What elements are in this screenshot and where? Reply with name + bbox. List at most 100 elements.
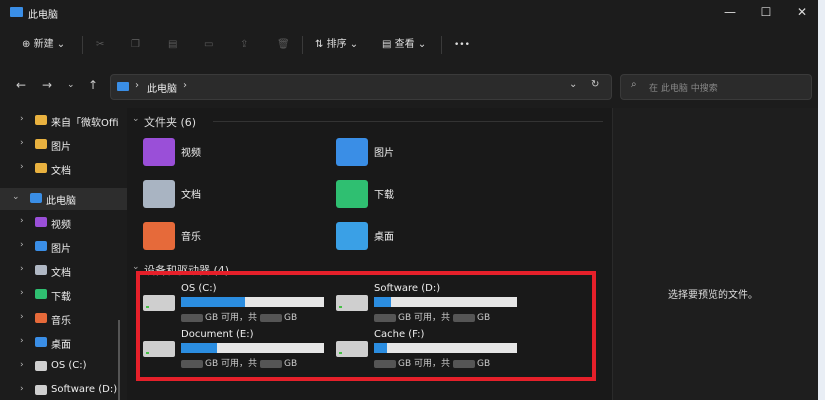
maximize-icon: ☐ <box>760 5 772 19</box>
maximize-button[interactable]: ☐ <box>748 0 784 26</box>
paste-button[interactable]: ▤ <box>168 36 177 54</box>
command-bar: ⊕ 新建 ⌄ ✂ ❐ ▤ ▭ ⇪ 🗑 ⇅ 排序 ⌄ ▤ 查看 ⌄ ••• <box>0 26 825 65</box>
download-icon <box>336 180 368 208</box>
close-icon: ✕ <box>796 5 808 19</box>
chevron-right-icon[interactable]: › <box>20 114 24 124</box>
chevron-right-icon[interactable]: › <box>20 216 24 226</box>
sort-icon: ⇅ <box>315 39 324 50</box>
sort-button[interactable]: ⇅ 排序 ⌄ <box>315 36 358 54</box>
scissors-icon: ✂ <box>96 39 105 50</box>
folder-name: 图片 <box>374 148 394 159</box>
documents-icon <box>35 265 47 275</box>
folder-item[interactable]: 视频 <box>143 138 323 174</box>
sidebar-item-label: OS (C:) <box>51 360 87 371</box>
chevron-right-icon[interactable]: › <box>20 138 24 148</box>
minimize-icon: — <box>724 5 736 19</box>
sidebar-item[interactable]: › 下载 <box>0 284 127 306</box>
sidebar-item-label: 来自「微软Offi <box>51 118 119 129</box>
arrow-right-icon: → <box>42 78 53 92</box>
up-button[interactable]: ↑ <box>88 78 98 92</box>
title-bar: 此电脑 — ☐ ✕ <box>0 0 825 26</box>
sidebar-item[interactable]: › 文档 <box>0 260 127 282</box>
sidebar-item[interactable]: › 桌面 <box>0 332 127 354</box>
chevron-right-icon[interactable]: › <box>20 336 24 346</box>
sidebar-item[interactable]: › Software (D:) <box>0 380 127 400</box>
search-input[interactable]: ⌕ 在 此电脑 中搜索 <box>620 74 812 100</box>
chevron-right-icon[interactable]: › <box>20 162 24 172</box>
drives-highlight-box <box>136 271 596 381</box>
view-button[interactable]: ▤ 查看 ⌄ <box>382 36 426 54</box>
collapse-chevron-icon[interactable]: ⌄ <box>132 114 140 124</box>
address-dropdown[interactable]: ⌄ <box>569 79 577 90</box>
sidebar-item-label: Software (D:) <box>51 384 118 395</box>
chevron-down-icon: ⌄ <box>56 39 66 50</box>
chevron-right-icon[interactable]: › <box>20 384 24 394</box>
sidebar-item-label: 音乐 <box>51 316 71 327</box>
cut-button[interactable]: ✂ <box>96 36 104 54</box>
arrow-up-icon: ↑ <box>88 78 99 92</box>
address-path[interactable]: 此电脑 <box>147 80 177 95</box>
drive-icon <box>35 385 47 395</box>
view-label: 查看 <box>394 39 415 50</box>
trash-icon: 🗑 <box>277 39 290 50</box>
chevron-right-icon[interactable]: › <box>20 360 24 370</box>
chevron-right-icon[interactable]: › <box>20 288 24 298</box>
navigation-pane: › 来自「微软Offi › 图片 › 文档 ⌄ 此电脑 › 视频 › 图片 › 文档 › 下载 › 音乐 › 桌面 › O… <box>0 108 127 400</box>
refresh-button[interactable]: ↻ <box>591 79 599 90</box>
folder-item[interactable]: 音乐 <box>143 222 323 258</box>
chevron-down-icon[interactable]: ⌄ <box>12 192 20 202</box>
chevron-right-icon[interactable]: › <box>20 312 24 322</box>
search-icon: ⌕ <box>631 79 637 90</box>
desktop-icon <box>336 222 368 250</box>
sidebar-item[interactable]: › 图片 <box>0 134 127 156</box>
sidebar-item-label: 图片 <box>51 142 71 153</box>
new-button[interactable]: ⊕ 新建 ⌄ <box>22 36 65 54</box>
pictures-icon <box>336 138 368 166</box>
sidebar-item[interactable]: › 图片 <box>0 236 127 258</box>
chevron-right-icon: › <box>135 80 139 91</box>
sidebar-item[interactable]: › 视频 <box>0 212 127 234</box>
drive-icon <box>35 361 47 371</box>
sidebar-item[interactable]: › 来自「微软Offi <box>0 110 127 132</box>
folder-item[interactable]: 图片 <box>336 138 516 174</box>
sidebar-item[interactable]: › 文档 <box>0 158 127 180</box>
close-button[interactable]: ✕ <box>784 0 820 26</box>
new-label: 新建 <box>33 39 54 50</box>
chevron-right-icon[interactable]: › <box>20 240 24 250</box>
forward-button[interactable]: → <box>42 78 52 92</box>
refresh-icon: ↻ <box>591 79 600 90</box>
minimize-button[interactable]: — <box>712 0 748 26</box>
folder-item[interactable]: 桌面 <box>336 222 516 258</box>
chevron-down-icon: ⌄ <box>417 39 427 50</box>
chevron-down-icon: ⌄ <box>349 39 359 50</box>
preview-pane: 选择要预览的文件。 <box>612 108 825 400</box>
folder-name: 下载 <box>374 190 394 201</box>
sidebar-item[interactable]: › OS (C:) <box>0 356 127 378</box>
sidebar-item-label: 桌面 <box>51 340 71 351</box>
divider <box>302 36 303 54</box>
copy-button[interactable]: ❐ <box>131 36 140 54</box>
chevron-right-icon[interactable]: › <box>20 264 24 274</box>
folder-icon <box>35 115 47 125</box>
back-button[interactable]: ← <box>16 78 26 92</box>
music-icon <box>143 222 175 250</box>
divider <box>441 36 442 54</box>
delete-button[interactable]: 🗑 <box>277 36 290 54</box>
pc-icon <box>10 7 23 17</box>
sidebar-item[interactable]: ⌄ 此电脑 <box>0 188 127 210</box>
video-icon <box>35 217 47 227</box>
share-button[interactable]: ⇪ <box>240 36 248 54</box>
folder-icon <box>35 139 47 149</box>
chevron-down-icon: ⌄ <box>569 79 578 90</box>
more-button[interactable]: ••• <box>454 36 470 54</box>
folder-item[interactable]: 文档 <box>143 180 323 216</box>
folders-group-header[interactable]: 文件夹 (6) <box>144 114 196 130</box>
sidebar-item[interactable]: › 音乐 <box>0 308 127 330</box>
pc-icon <box>117 82 129 91</box>
rename-button[interactable]: ▭ <box>204 36 213 54</box>
address-bar[interactable]: › 此电脑 › ⌄ ↻ <box>110 74 612 100</box>
recent-button[interactable]: ⌄ <box>67 80 75 90</box>
folder-name: 文档 <box>181 190 201 201</box>
folder-item[interactable]: 下载 <box>336 180 516 216</box>
pictures-icon <box>35 241 47 251</box>
